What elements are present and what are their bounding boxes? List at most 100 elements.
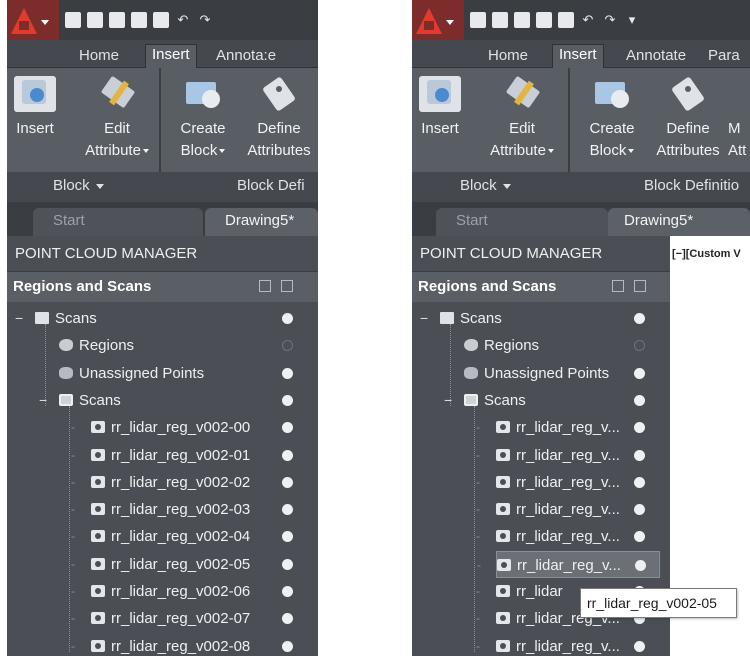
create-block-button[interactable]: Create Block — [576, 68, 648, 162]
visibility-toggle-icon[interactable] — [282, 449, 293, 461]
insert-block-icon — [419, 76, 461, 112]
define-attributes-button[interactable]: Define Attributes — [241, 68, 317, 162]
scan-list-item[interactable]: - rr_lidar_reg_v... — [477, 550, 660, 578]
redo-icon[interactable]: ↷ — [602, 12, 618, 28]
manage-attributes-button[interactable]: M Att — [728, 68, 750, 162]
edit-attribute-button[interactable]: Edit Attribute — [482, 68, 562, 162]
scan-list-item[interactable]: - rr_lidar_reg_v... — [412, 442, 670, 469]
scan-list-item[interactable]: - rr_lidar_reg_v002-06 — [7, 578, 318, 605]
create-block-button[interactable]: Create Block — [167, 68, 239, 162]
tree-node[interactable]: Regions — [7, 332, 318, 359]
tab-home[interactable]: Home — [73, 46, 125, 68]
visibility-toggle-icon[interactable] — [634, 449, 645, 461]
save-as-icon[interactable] — [131, 12, 147, 28]
tree-node[interactable]: − Scans — [7, 387, 318, 414]
save-as-icon[interactable] — [536, 12, 552, 28]
tab-annotate[interactable]: Annota:e — [210, 46, 282, 68]
tab-drawing5[interactable]: Drawing5* — [608, 208, 750, 236]
scan-list-item[interactable]: - rr_lidar_reg_v002-02 — [7, 469, 318, 496]
tree-view-icon[interactable] — [281, 280, 293, 292]
print-icon[interactable] — [153, 12, 169, 28]
visibility-toggle-icon[interactable] — [634, 367, 645, 379]
insert-block-button[interactable]: Insert — [414, 68, 466, 140]
save-icon[interactable] — [514, 12, 530, 28]
define-attributes-button[interactable]: Define Attributes — [650, 68, 726, 162]
print-icon[interactable] — [558, 12, 574, 28]
tree-node[interactable]: − Scans — [412, 305, 670, 332]
tree-node[interactable]: Unassigned Points — [7, 360, 318, 387]
tab-start[interactable]: Start — [436, 208, 608, 236]
application-menu-button[interactable] — [7, 0, 59, 40]
visibility-toggle-icon[interactable] — [634, 422, 645, 434]
tab-insert[interactable]: Insert — [552, 44, 604, 69]
scan-list-item[interactable]: - rr_lidar_reg_v002-00 — [7, 414, 318, 441]
list-view-icon[interactable] — [612, 280, 624, 292]
visibility-toggle-icon[interactable] — [634, 313, 645, 324]
autocad-logo-icon — [11, 8, 37, 34]
scan-list-item[interactable]: - rr_lidar_reg_v002-08 — [7, 633, 318, 656]
visibility-toggle-icon[interactable] — [282, 586, 293, 597]
tab-drawing5[interactable]: Drawing5* — [205, 208, 318, 236]
visibility-toggle-icon[interactable] — [634, 394, 645, 406]
tree-node[interactable]: − Scans — [7, 305, 318, 332]
ribbon-group-labels: Block Block Definitio — [412, 172, 750, 202]
scan-list-item[interactable]: - rr_lidar_reg_v... — [412, 414, 670, 441]
collapse-toggle-icon[interactable]: − — [420, 305, 428, 332]
autocad-window-full-names: ↶ ↷ Home Insert Annota:e Insert Edit Att… — [7, 0, 318, 656]
scan-list-item[interactable]: - rr_lidar_reg_v002-05 — [7, 551, 318, 578]
scan-list-item[interactable]: - rr_lidar_reg_v... — [412, 633, 670, 656]
tree-node[interactable]: Regions — [412, 332, 670, 359]
tab-parametric[interactable]: Para — [702, 46, 746, 68]
scan-list-item[interactable]: - rr_lidar_reg_v002-07 — [7, 605, 318, 632]
tree-node[interactable]: Unassigned Points — [412, 360, 670, 387]
new-file-icon[interactable] — [65, 12, 81, 28]
visibility-toggle-icon[interactable] — [634, 504, 645, 516]
undo-icon[interactable]: ↶ — [580, 12, 596, 28]
tree-view-icon[interactable] — [634, 280, 646, 292]
customize-qat-icon[interactable]: ▾ — [624, 12, 640, 28]
scan-list-item[interactable]: - rr_lidar_reg_v... — [412, 523, 670, 550]
visibility-toggle-icon[interactable] — [282, 394, 293, 406]
visibility-toggle-icon[interactable] — [282, 558, 293, 570]
visibility-toggle-icon[interactable] — [635, 559, 646, 571]
visibility-toggle-icon[interactable] — [282, 613, 293, 625]
save-icon[interactable] — [109, 12, 125, 28]
tab-insert[interactable]: Insert — [145, 44, 197, 69]
open-folder-icon[interactable] — [87, 12, 103, 28]
visibility-toggle-icon[interactable] — [282, 640, 293, 652]
tree-node[interactable]: − Scans — [412, 387, 670, 414]
visibility-toggle-icon[interactable] — [282, 313, 293, 324]
visibility-toggle-icon[interactable] — [282, 367, 293, 379]
block-group-dropdown[interactable]: Block — [53, 177, 104, 194]
open-folder-icon[interactable] — [492, 12, 508, 28]
scan-list-item[interactable]: - rr_lidar_reg_v002-03 — [7, 496, 318, 523]
collapse-toggle-icon[interactable]: − — [444, 387, 452, 414]
collapse-toggle-icon[interactable]: − — [39, 387, 47, 414]
collapse-toggle-icon[interactable]: − — [15, 305, 23, 332]
tab-annotate[interactable]: Annotate — [620, 46, 692, 68]
tab-home[interactable]: Home — [482, 46, 534, 68]
edit-attribute-button[interactable]: Edit Attribute — [77, 68, 157, 162]
visibility-toggle-icon[interactable] — [282, 422, 293, 434]
tab-start[interactable]: Start — [33, 208, 203, 236]
scan-list-item[interactable]: - rr_lidar_reg_v002-04 — [7, 523, 318, 550]
visibility-toggle-icon[interactable] — [634, 531, 645, 543]
visibility-toggle-icon[interactable] — [282, 504, 293, 516]
visibility-toggle-icon[interactable] — [282, 340, 293, 352]
list-view-icon[interactable] — [259, 280, 271, 292]
redo-icon[interactable]: ↷ — [197, 12, 213, 28]
undo-icon[interactable]: ↶ — [175, 12, 191, 28]
viewport-controls-label[interactable]: [−][Custom V — [672, 248, 741, 260]
visibility-toggle-icon[interactable] — [282, 531, 293, 543]
visibility-toggle-icon[interactable] — [282, 476, 293, 488]
visibility-toggle-icon[interactable] — [634, 640, 645, 652]
scan-list-item[interactable]: - rr_lidar_reg_v002-01 — [7, 442, 318, 469]
insert-block-button[interactable]: Insert — [9, 68, 61, 140]
visibility-toggle-icon[interactable] — [634, 340, 645, 352]
visibility-toggle-icon[interactable] — [634, 476, 645, 488]
block-group-dropdown[interactable]: Block — [460, 177, 511, 194]
new-file-icon[interactable] — [470, 12, 486, 28]
scan-list-item[interactable]: - rr_lidar_reg_v... — [412, 469, 670, 496]
application-menu-button[interactable] — [412, 0, 464, 40]
scan-list-item[interactable]: - rr_lidar_reg_v... — [412, 496, 670, 523]
